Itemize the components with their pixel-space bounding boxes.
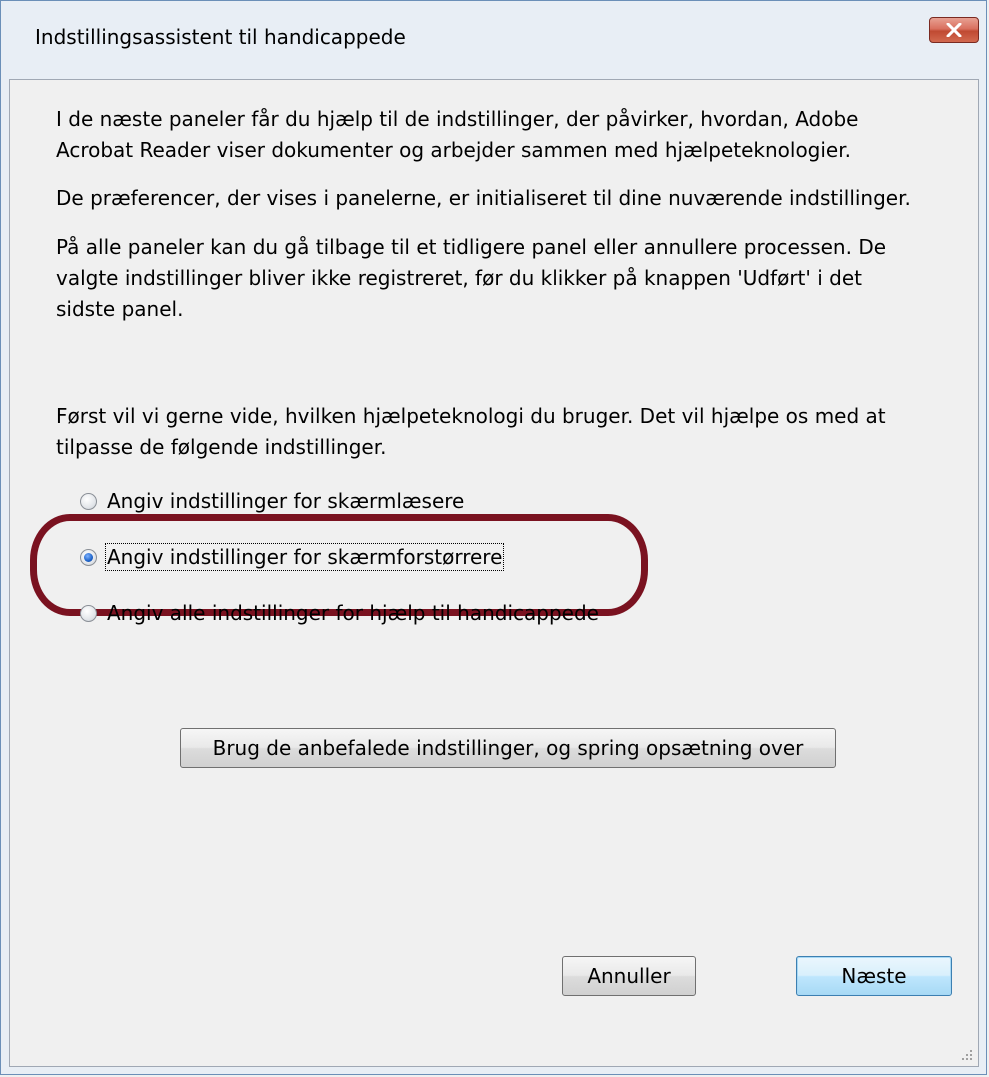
option-all-accessibility[interactable]: Angiv alle indstillinger for hjælp til h…	[80, 598, 599, 628]
dialog-content: I de næste paneler får du hjælp til de i…	[9, 79, 979, 1067]
intro-paragraph-2: De præferencer, der vises i panelerne, e…	[56, 183, 911, 214]
radio-button-selected[interactable]	[80, 548, 97, 566]
option-label: Angiv indstillinger for skærmlæsere	[107, 489, 465, 513]
close-icon	[946, 23, 962, 37]
window-title: Indstillingsassistent til handicappede	[35, 25, 406, 49]
intro-paragraph-1: I de næste paneler får du hjælp til de i…	[56, 104, 859, 166]
title-bar[interactable]: Indstillingsassistent til handicappede	[9, 15, 979, 59]
intro-paragraph-3-line-2: valgte indstillinger bliver ikke registr…	[56, 266, 863, 290]
option-screen-magnifier[interactable]: Angiv indstillinger for skærmforstørrere	[80, 542, 505, 572]
resize-grip-icon[interactable]	[960, 1048, 974, 1062]
next-button[interactable]: Næste	[796, 956, 952, 996]
intro-paragraph-3-line-3: sidste panel.	[56, 297, 184, 321]
question-line-2: tilpasse de følgende indstillinger.	[56, 435, 387, 459]
radio-button[interactable]	[80, 492, 97, 510]
option-screen-reader[interactable]: Angiv indstillinger for skærmlæsere	[80, 486, 464, 516]
intro-paragraph-3-line-1: På alle paneler kan du gå tilbage til et…	[56, 235, 887, 259]
dialog-window: Indstillingsassistent til handicappede I…	[0, 0, 987, 1075]
intro-paragraph-1-line-1: I de næste paneler får du hjælp til de i…	[56, 107, 859, 131]
radio-button[interactable]	[80, 604, 97, 622]
intro-paragraph-1-line-2: Acrobat Reader viser dokumenter og arbej…	[56, 138, 851, 162]
cancel-button[interactable]: Annuller	[562, 956, 696, 996]
question-paragraph: Først vil vi gerne vide, hvilken hjælpet…	[56, 401, 886, 463]
option-label: Angiv indstillinger for skærmforstørrere	[104, 543, 505, 571]
use-recommended-button[interactable]: Brug de anbefalede indstillinger, og spr…	[180, 728, 836, 768]
intro-paragraph-2-text: De præferencer, der vises i panelerne, e…	[56, 186, 911, 210]
intro-paragraph-3: På alle paneler kan du gå tilbage til et…	[56, 232, 886, 325]
question-line-1: Først vil vi gerne vide, hvilken hjælpet…	[56, 404, 886, 428]
close-button[interactable]	[929, 17, 979, 43]
option-label: Angiv alle indstillinger for hjælp til h…	[107, 601, 599, 625]
